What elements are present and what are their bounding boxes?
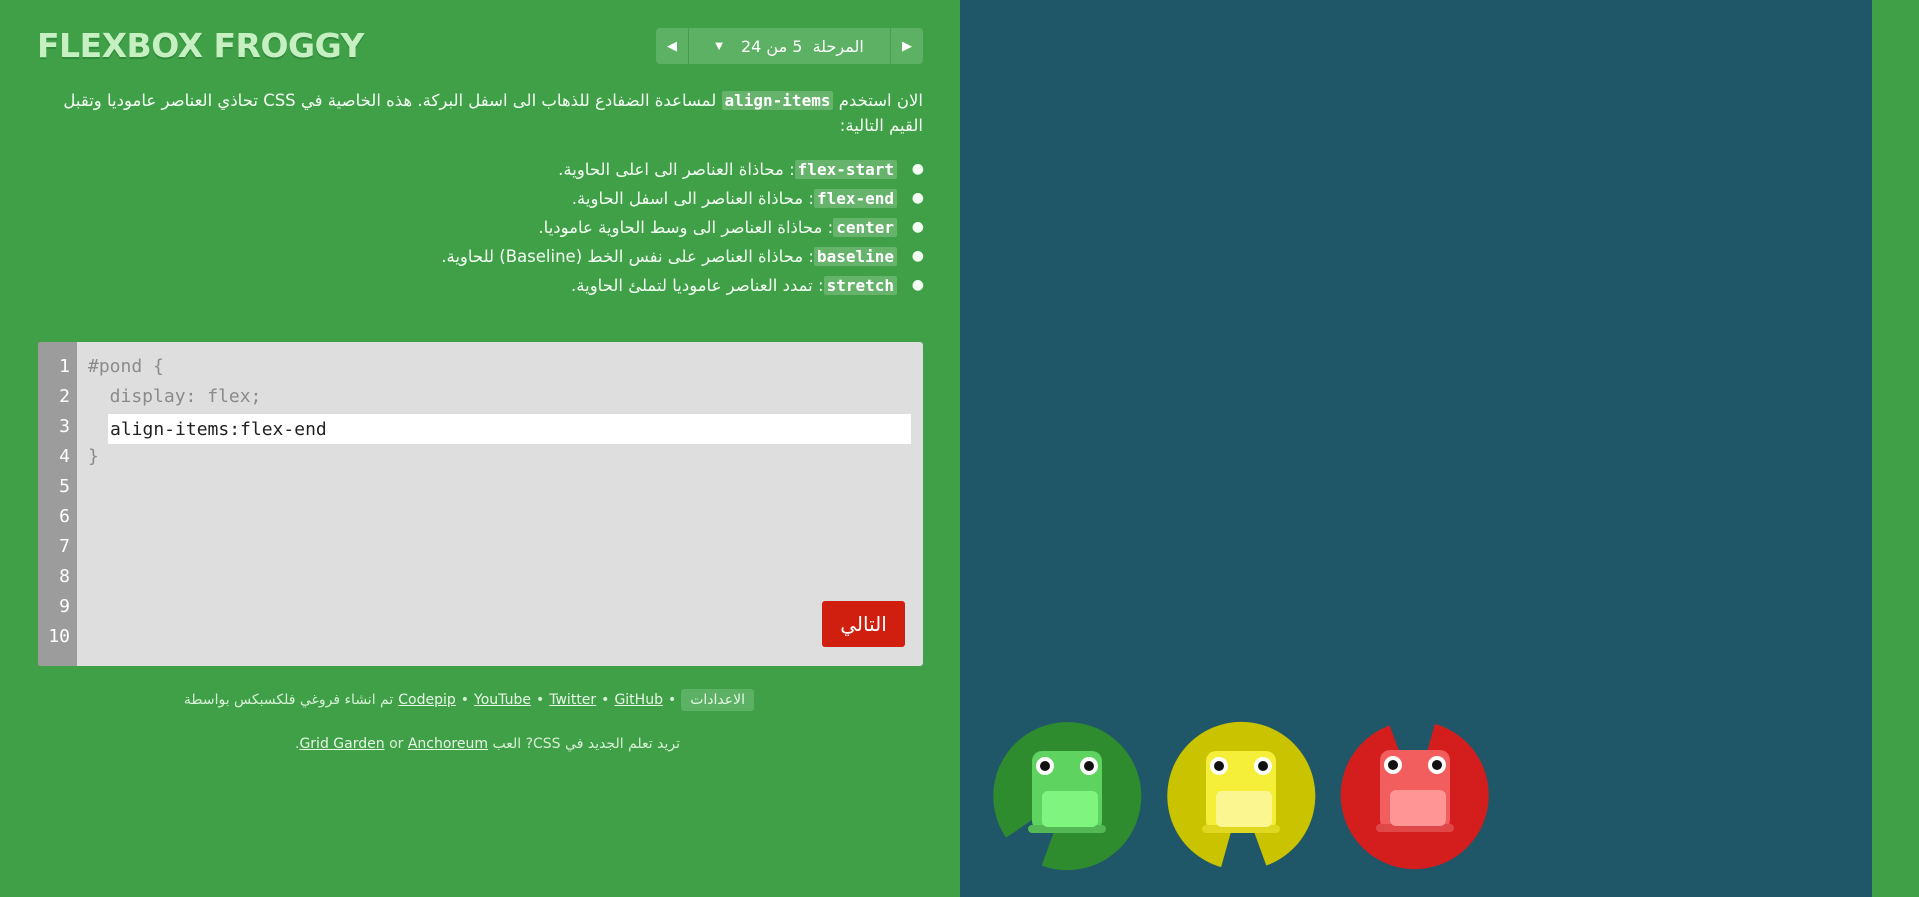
- code-line-display: display: flex;: [88, 386, 262, 407]
- line-number-gutter: 1 2 3 4 5 6 7 8 9 10: [38, 342, 77, 666]
- level-navigation: ◀ المرحلة 5 من 24 ▼ ▶: [656, 28, 923, 64]
- right-edge-strip: [1872, 0, 1919, 897]
- list-item: ● flex-end: محاذاة العناصر الى اسفل الحاو…: [571, 189, 924, 208]
- value-code: flex-end: [813, 189, 897, 208]
- list-item: ● stretch: تمدد العناصر عاموديا لتملئ الح…: [571, 276, 924, 295]
- separator: •: [460, 692, 470, 708]
- line-number: 4: [59, 446, 70, 467]
- value-code: flex-start: [794, 160, 897, 179]
- previous-level-button[interactable]: ◀: [656, 28, 689, 64]
- instructions-intro: الان استخدم align-items لمساعدة الضفادع …: [58, 91, 923, 135]
- list-item: ● baseline: محاذاة العناصر على نفس الخط (…: [441, 247, 924, 266]
- property-code: align-items: [721, 91, 834, 110]
- credit-text: تم انشاء فروغي فلكسبكس بواسطة: [183, 692, 394, 708]
- separator: •: [601, 692, 610, 708]
- yellow-frog: [1166, 721, 1316, 871]
- footer-credits: الاعدادات • GitHub • Twitter • YouTube •…: [184, 689, 754, 711]
- line-number: 10: [48, 626, 70, 647]
- grid-garden-link[interactable]: Grid Garden: [299, 736, 384, 752]
- instructions: الان استخدم align-items لمساعدة الضفادع …: [58, 88, 924, 300]
- line-number: 1: [59, 356, 70, 377]
- anchoreum-link[interactable]: Anchoreum: [408, 736, 488, 752]
- line-number: 7: [59, 536, 70, 557]
- youtube-link[interactable]: YouTube: [474, 692, 531, 708]
- github-link[interactable]: GitHub: [614, 692, 663, 708]
- or-text: or: [389, 736, 404, 752]
- css-code-input[interactable]: [108, 414, 911, 444]
- footer-learn-more: تريد تعلم الجديد في CSS? العب Grid Garde…: [295, 736, 680, 752]
- list-item: ● flex-start: محاذاة العناصر الى اعلى الح…: [558, 160, 924, 179]
- line-number: 6: [59, 506, 70, 527]
- values-list: ● flex-start: محاذاة العناصر الى اعلى الح…: [60, 155, 924, 300]
- level-selector[interactable]: المرحلة 5 من 24 ▼: [689, 28, 890, 64]
- triangle-left-icon: ◀: [667, 38, 677, 54]
- line-number: 2: [59, 386, 70, 407]
- line-number: 3: [59, 416, 70, 437]
- caret-down-icon: ▼: [715, 40, 723, 52]
- pond: [960, 0, 1872, 897]
- codepip-link[interactable]: Codepip: [398, 692, 456, 708]
- next-level-button[interactable]: ▶: [890, 28, 923, 64]
- separator: •: [535, 692, 545, 708]
- logo: FLEXBOX FROGGY: [37, 26, 364, 65]
- value-code: stretch: [823, 276, 897, 295]
- value-code: baseline: [813, 247, 897, 266]
- level-indicator: المرحلة 5 من 24: [740, 36, 864, 56]
- learn-text: تريد تعلم الجديد في CSS? العب: [492, 736, 680, 752]
- separator: •: [667, 692, 677, 708]
- sidebar: FLEXBOX FROGGY ◀ المرحلة 5 من 24 ▼ ▶ الا…: [0, 0, 960, 897]
- code-line-selector: #pond {: [88, 356, 164, 377]
- line-number: 8: [59, 566, 70, 587]
- green-frog: [992, 721, 1142, 871]
- css-editor: 1 2 3 4 5 6 7 8 9 10 #pond { display: fl…: [38, 342, 923, 666]
- code-line-close-brace: }: [88, 446, 99, 467]
- line-number: 5: [59, 476, 70, 497]
- triangle-right-icon: ▶: [902, 38, 912, 54]
- line-number: 9: [59, 596, 70, 617]
- value-code: center: [833, 218, 897, 237]
- twitter-link[interactable]: Twitter: [549, 692, 596, 708]
- red-frog: [1340, 720, 1490, 870]
- next-button[interactable]: التالي: [822, 601, 905, 647]
- list-item: ● center: محاذاة العناصر الى وسط الحاوية …: [538, 218, 924, 237]
- settings-button[interactable]: الاعدادات: [681, 689, 754, 711]
